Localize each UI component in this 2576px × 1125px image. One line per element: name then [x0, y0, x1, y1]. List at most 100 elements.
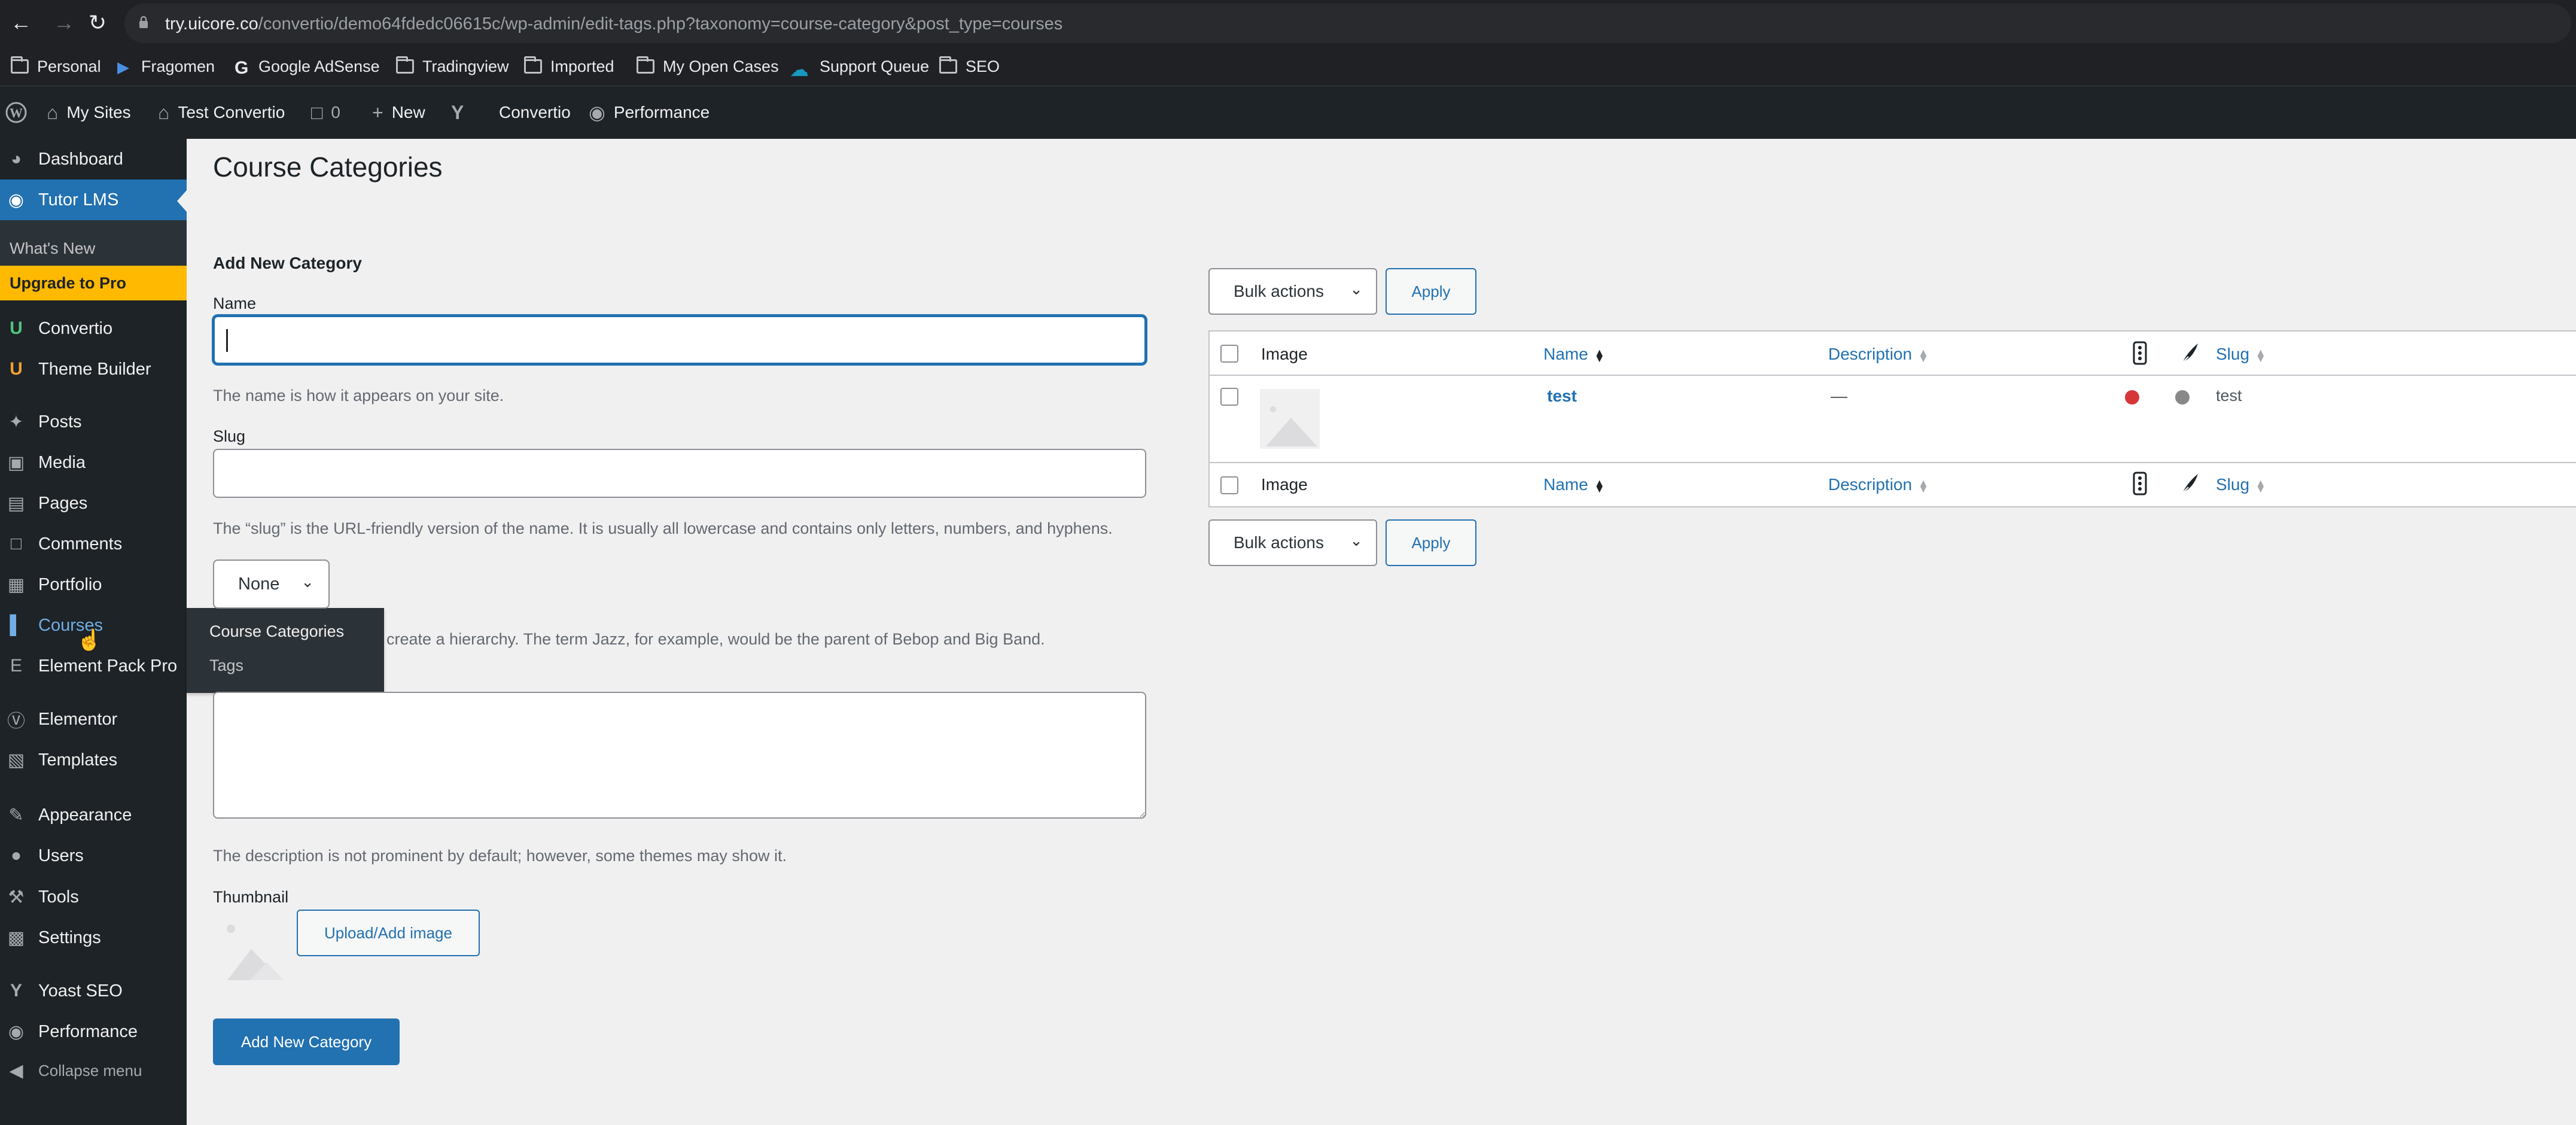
bookmark-google-adsense[interactable]: G Google AdSense: [235, 54, 380, 78]
column-name-sort[interactable]: Name ▲ ▼: [1543, 345, 1605, 364]
lock-icon: [139, 16, 148, 28]
apply-button-bottom[interactable]: Apply: [1386, 519, 1476, 566]
table-row: test — test: [1210, 376, 2576, 462]
add-new-category-button[interactable]: Add New Category: [213, 1018, 400, 1065]
column-slug-sort[interactable]: Slug ▲ ▼: [2216, 345, 2266, 364]
column-slug-label: Slug: [2216, 345, 2250, 363]
menu-portfolio[interactable]: ▦ Portfolio: [0, 564, 187, 605]
term-name-link[interactable]: test: [1547, 387, 1577, 406]
readability-status-dot: [2175, 390, 2190, 405]
select-all-checkbox-footer[interactable]: [1220, 476, 1238, 494]
menu-comments[interactable]: □ Comments: [0, 524, 187, 564]
name-input[interactable]: [213, 315, 1146, 364]
seo-status-dot: [2125, 390, 2139, 405]
column-slug-sort[interactable]: Slug ▲ ▼: [2216, 475, 2266, 494]
image-placeholder-icon: [227, 925, 284, 980]
bookmark-seo[interactable]: SEO: [939, 54, 1000, 78]
bookmark-imported[interactable]: Imported: [524, 54, 614, 78]
flyout-course-categories[interactable]: Course Categories: [209, 622, 344, 641]
bulk-actions-select-bottom[interactable]: Bulk actions ⌄: [1208, 519, 1377, 566]
sort-ascending-icon: ▲ ▼: [1594, 476, 1605, 495]
bookmark-personal[interactable]: Personal: [11, 54, 101, 78]
performance-menu[interactable]: ◉ Performance: [589, 86, 710, 139]
bookmark-tradingview[interactable]: Tradingview: [396, 54, 509, 78]
menu-tools[interactable]: ⚒ Tools: [0, 877, 187, 917]
menu-theme-builder[interactable]: U Theme Builder: [0, 349, 187, 390]
menu-templates[interactable]: ▧ Templates: [0, 740, 187, 780]
menu-tutor-lms[interactable]: ◉ Tutor LMS: [0, 180, 187, 220]
seo-score-column-icon: [2133, 472, 2147, 495]
submenu-upgrade-to-pro[interactable]: Upgrade to Pro: [0, 266, 187, 300]
comment-bubble-icon: □: [311, 101, 323, 123]
column-description-sort[interactable]: Description ▲ ▼: [1828, 345, 1929, 364]
my-sites-menu[interactable]: ⌂ My Sites: [47, 86, 131, 139]
pages-icon: ▤: [7, 493, 25, 513]
bookmark-fragomen[interactable]: ▶ Fragomen: [117, 54, 215, 78]
apply-button-top[interactable]: Apply: [1386, 268, 1476, 315]
bulk-actions-select-top[interactable]: Bulk actions ⌄: [1208, 268, 1377, 315]
slug-label: Slug: [213, 427, 246, 445]
menu-posts[interactable]: ✦ Posts: [0, 402, 187, 442]
add-category-heading: Add New Category: [213, 254, 362, 272]
browser-toolbar: ← → ↻ try.uicore.co/convertio/demo64fded…: [0, 0, 2576, 46]
menu-elementor[interactable]: Ⓥ Elementor: [0, 699, 187, 740]
row-checkbox[interactable]: [1220, 388, 1238, 406]
chevron-down-icon: ⌄: [1350, 280, 1363, 298]
reload-icon[interactable]: ↻: [84, 9, 111, 37]
yoast-adminbar-icon[interactable]: Y: [451, 86, 472, 139]
menu-appearance[interactable]: ✎ Appearance: [0, 795, 187, 835]
name-label: Name: [213, 294, 257, 312]
salesforce-cloud-icon: ☁: [790, 59, 809, 80]
comment-icon: □: [10, 534, 22, 554]
upload-image-button[interactable]: Upload/Add image: [297, 910, 480, 956]
column-slug-label: Slug: [2216, 475, 2250, 494]
column-name-label: Name: [1543, 475, 1588, 494]
bookmark-support-queue[interactable]: ☁ Support Queue: [790, 54, 929, 81]
page-title: Course Categories: [213, 151, 443, 183]
forward-arrow-icon[interactable]: →: [50, 9, 78, 37]
table-header: Image Name ▲ ▼ Description ▲ ▼ Slug ▲ ▼: [1210, 332, 2576, 376]
media-icon: ▣: [7, 452, 25, 473]
submenu-whats-new[interactable]: What's New: [0, 231, 187, 266]
yoast-icon: Y: [451, 101, 464, 123]
description-textarea[interactable]: [213, 692, 1146, 819]
menu-media[interactable]: ▣ Media: [0, 442, 187, 483]
wordpress-logo-icon[interactable]: W: [5, 86, 28, 139]
address-bar[interactable]: try.uicore.co/convertio/demo64fdedc06615…: [124, 4, 2571, 43]
yoast-icon: Y: [10, 981, 22, 1001]
column-name-sort[interactable]: Name ▲ ▼: [1543, 475, 1605, 494]
menu-dashboard[interactable]: ◕ Dashboard: [0, 139, 187, 180]
google-icon: G: [235, 58, 249, 78]
portfolio-icon: ▦: [7, 574, 25, 595]
svg-text:W: W: [10, 105, 23, 120]
convertio-menu[interactable]: Convertio: [499, 86, 571, 139]
column-image: Image: [1261, 345, 1308, 363]
select-all-checkbox[interactable]: [1220, 345, 1238, 363]
tutor-lms-icon: ◉: [8, 190, 25, 210]
menu-yoast-seo[interactable]: Y Yoast SEO: [0, 971, 187, 1011]
new-content-menu[interactable]: + New: [372, 86, 425, 139]
column-description-sort[interactable]: Description ▲ ▼: [1828, 475, 1929, 494]
sort-icon: ▲ ▼: [2255, 476, 2266, 495]
bookmark-my-open-cases[interactable]: My Open Cases: [637, 54, 779, 78]
menu-performance[interactable]: ◉ Performance: [0, 1011, 187, 1052]
collapse-menu-button[interactable]: ◀ Collapse menu: [0, 1050, 187, 1091]
comments-menu[interactable]: □ 0: [311, 86, 340, 139]
column-name-label: Name: [1543, 345, 1588, 363]
slug-input[interactable]: [213, 449, 1146, 498]
sort-ascending-icon: ▲ ▼: [1594, 346, 1605, 364]
menu-settings[interactable]: ▩ Settings: [0, 917, 187, 958]
menu-convertio[interactable]: U Convertio: [0, 308, 187, 349]
site-name-menu[interactable]: ⌂ Test Convertio: [158, 86, 285, 139]
readability-column-icon: [2182, 474, 2198, 494]
back-arrow-icon[interactable]: ←: [7, 9, 35, 37]
parent-category-select[interactable]: None ⌄: [213, 560, 330, 609]
text-caret: [226, 329, 228, 352]
menu-users[interactable]: ● Users: [0, 835, 187, 876]
table-footer: Image Name ▲ ▼ Description ▲ ▼ Slug ▲ ▼: [1210, 462, 2576, 506]
sort-icon: ▲ ▼: [2255, 346, 2266, 364]
menu-pages[interactable]: ▤ Pages: [0, 483, 187, 524]
flyout-tags[interactable]: Tags: [209, 656, 243, 675]
paintbrush-icon: ✎: [8, 805, 24, 825]
chevron-down-icon: ⌄: [301, 573, 314, 591]
